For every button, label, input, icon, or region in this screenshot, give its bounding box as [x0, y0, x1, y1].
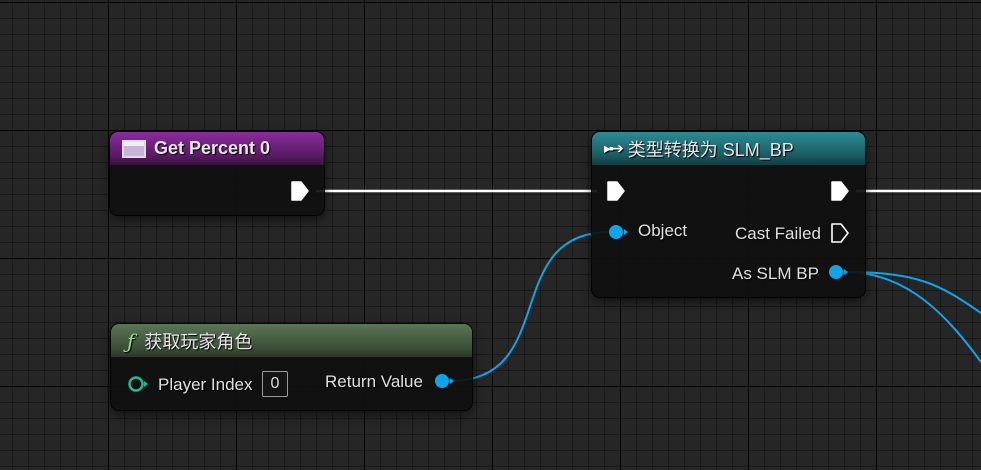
get-percent-header[interactable]: Get Percent 0: [110, 132, 324, 165]
exec-out-pin[interactable]: [290, 180, 310, 202]
function-icon: ƒ: [127, 328, 135, 353]
cast-header[interactable]: ▸▪➔ 类型转换为 SLM_BP: [592, 132, 865, 165]
cast-failed-pin-label: Cast Failed: [735, 224, 821, 243]
cast-icon: ▸▪➔: [604, 140, 624, 156]
object-wire-return-to-object[interactable]: [449, 231, 611, 382]
as-slm-bp-pin-label: As SLM BP: [732, 264, 819, 283]
object-wire-as-slm-bp-out-2[interactable]: [844, 271, 981, 363]
player-index-pin-label: Player Index: [158, 375, 253, 394]
object-input-pin[interactable]: [607, 222, 629, 242]
return-value-output-pin[interactable]: [432, 371, 456, 391]
cast-title: 类型转换为 SLM_BP: [627, 139, 794, 160]
exec-out-pin[interactable]: [830, 180, 850, 202]
get-percent-node[interactable]: Get Percent 0: [110, 132, 324, 215]
return-value-pin-label: Return Value: [325, 372, 423, 391]
get-player-character-title: 获取玩家角色: [144, 331, 253, 352]
variable-icon: [122, 139, 146, 158]
player-index-field[interactable]: 0: [262, 371, 288, 397]
as-slm-bp-output-pin[interactable]: [826, 262, 850, 282]
object-pin-label: Object: [638, 221, 688, 240]
player-index-input-pin[interactable]: [127, 374, 151, 394]
get-player-character-node[interactable]: ƒ 获取玩家角色 Player Index 0 Return Value: [111, 324, 472, 410]
blueprint-graph-canvas[interactable]: Get Percent 0 ▸▪➔ 类型转换为 SLM_BP Object Ca…: [0, 0, 981, 470]
cast-node[interactable]: ▸▪➔ 类型转换为 SLM_BP Object Cast Failed As S…: [592, 132, 865, 297]
get-player-character-header[interactable]: ƒ 获取玩家角色: [111, 324, 472, 357]
get-percent-title: Get Percent 0: [154, 138, 271, 158]
exec-in-pin[interactable]: [606, 180, 626, 202]
cast-failed-exec-pin[interactable]: [830, 222, 850, 244]
